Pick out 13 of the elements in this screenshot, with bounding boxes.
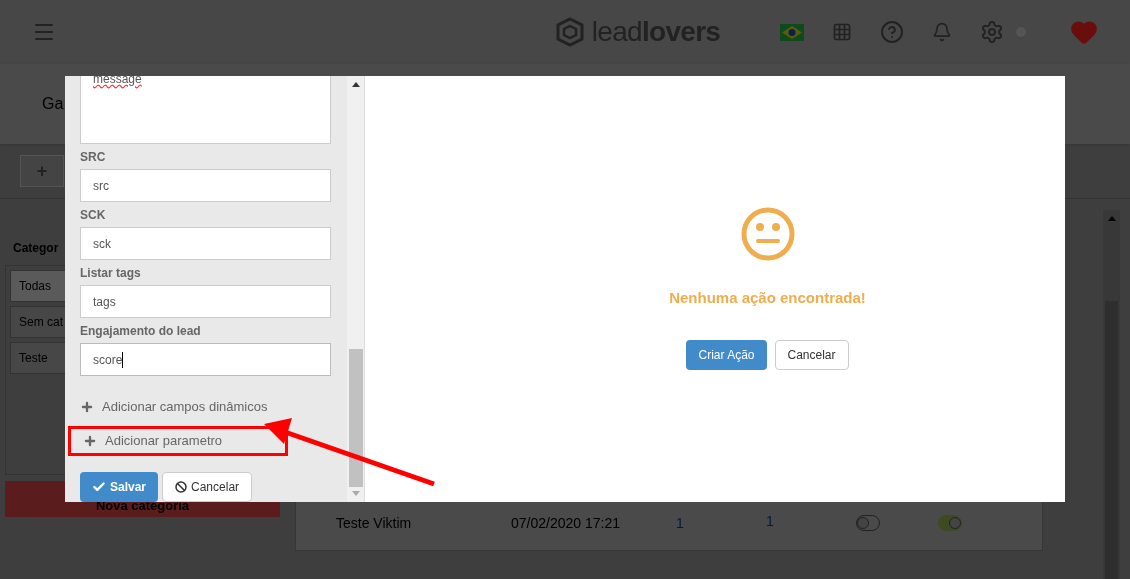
field-label: SRC [80,149,107,166]
row-date: 07/02/2020 17:21 [511,514,621,533]
empty-message: Nenhuma ação encontrada! [669,288,866,308]
row-name: Teste Viktim [336,514,413,533]
field-label: Engajamento do lead [80,323,202,340]
link-label: Adicionar parametro [105,432,223,451]
link-label: Adicionar campos dinâmicos [102,398,268,417]
row-count: 1 [766,512,775,531]
page-title: Ga [42,94,64,114]
row-count: 1 [676,514,685,533]
field-label: SCK [80,207,107,224]
categories-title: Categor [13,240,59,257]
field-label: Listar tags [80,265,142,282]
